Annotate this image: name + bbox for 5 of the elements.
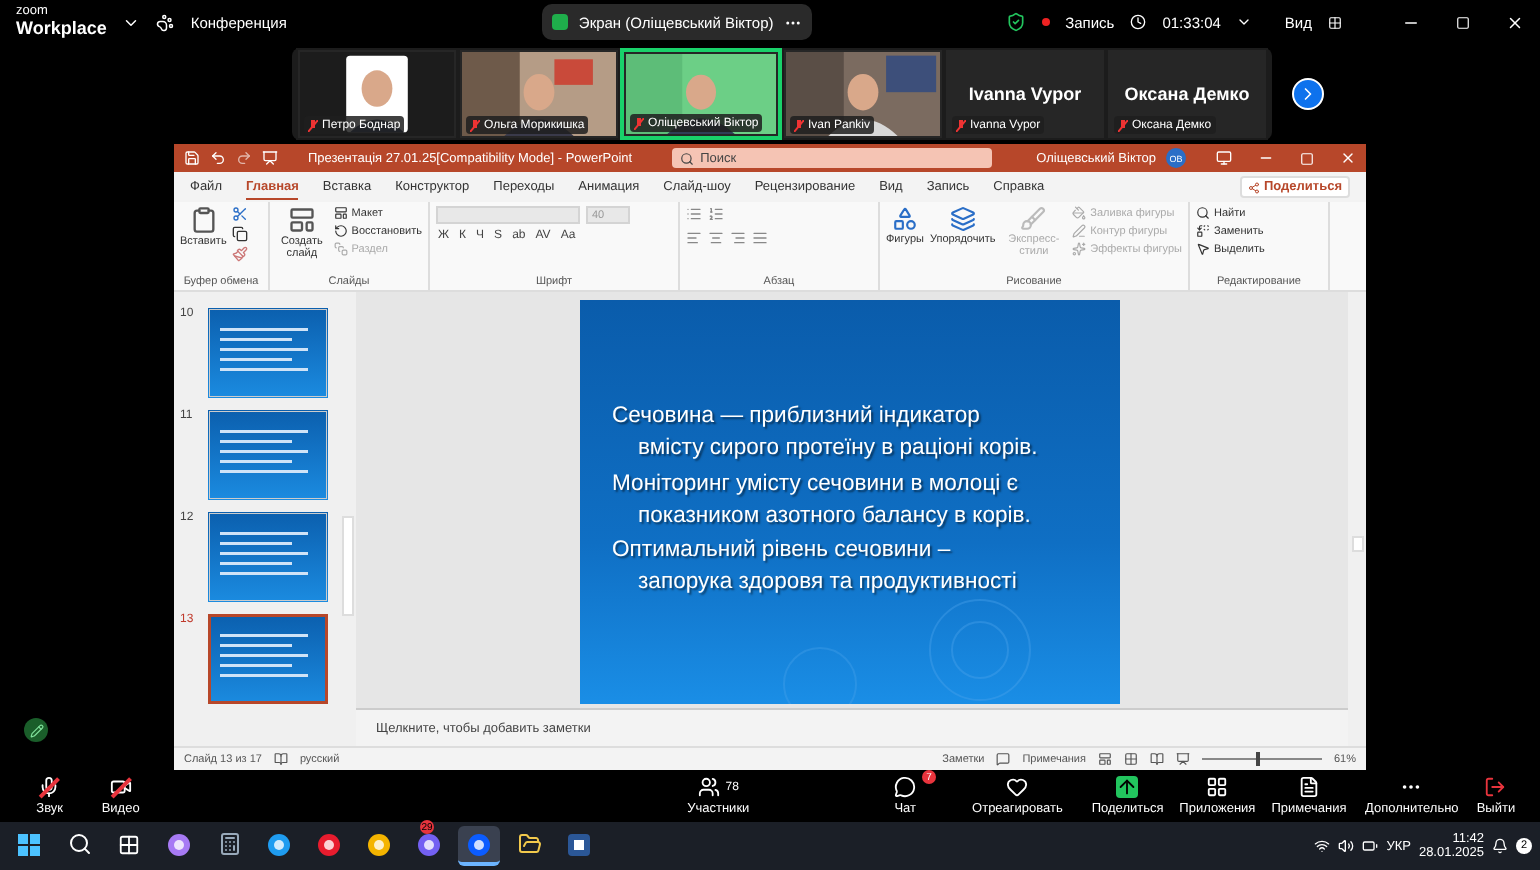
slide-paragraph: Сечовина — приблизний індикатор вмісту сирого протеїну в раціоні корів. [612,402,1040,465]
slide-paragraph: Моніторинг умісту сечовини в молоці є показником азотного балансу в корів. [612,469,1033,532]
participant-name: Ivanna Vypor [968,84,1082,104]
slide-paragraph: Оптимальний рівень сечовини – запорука здоровя та продуктивності [612,536,1019,599]
participant-name: Оксана Демко [1124,84,1250,104]
